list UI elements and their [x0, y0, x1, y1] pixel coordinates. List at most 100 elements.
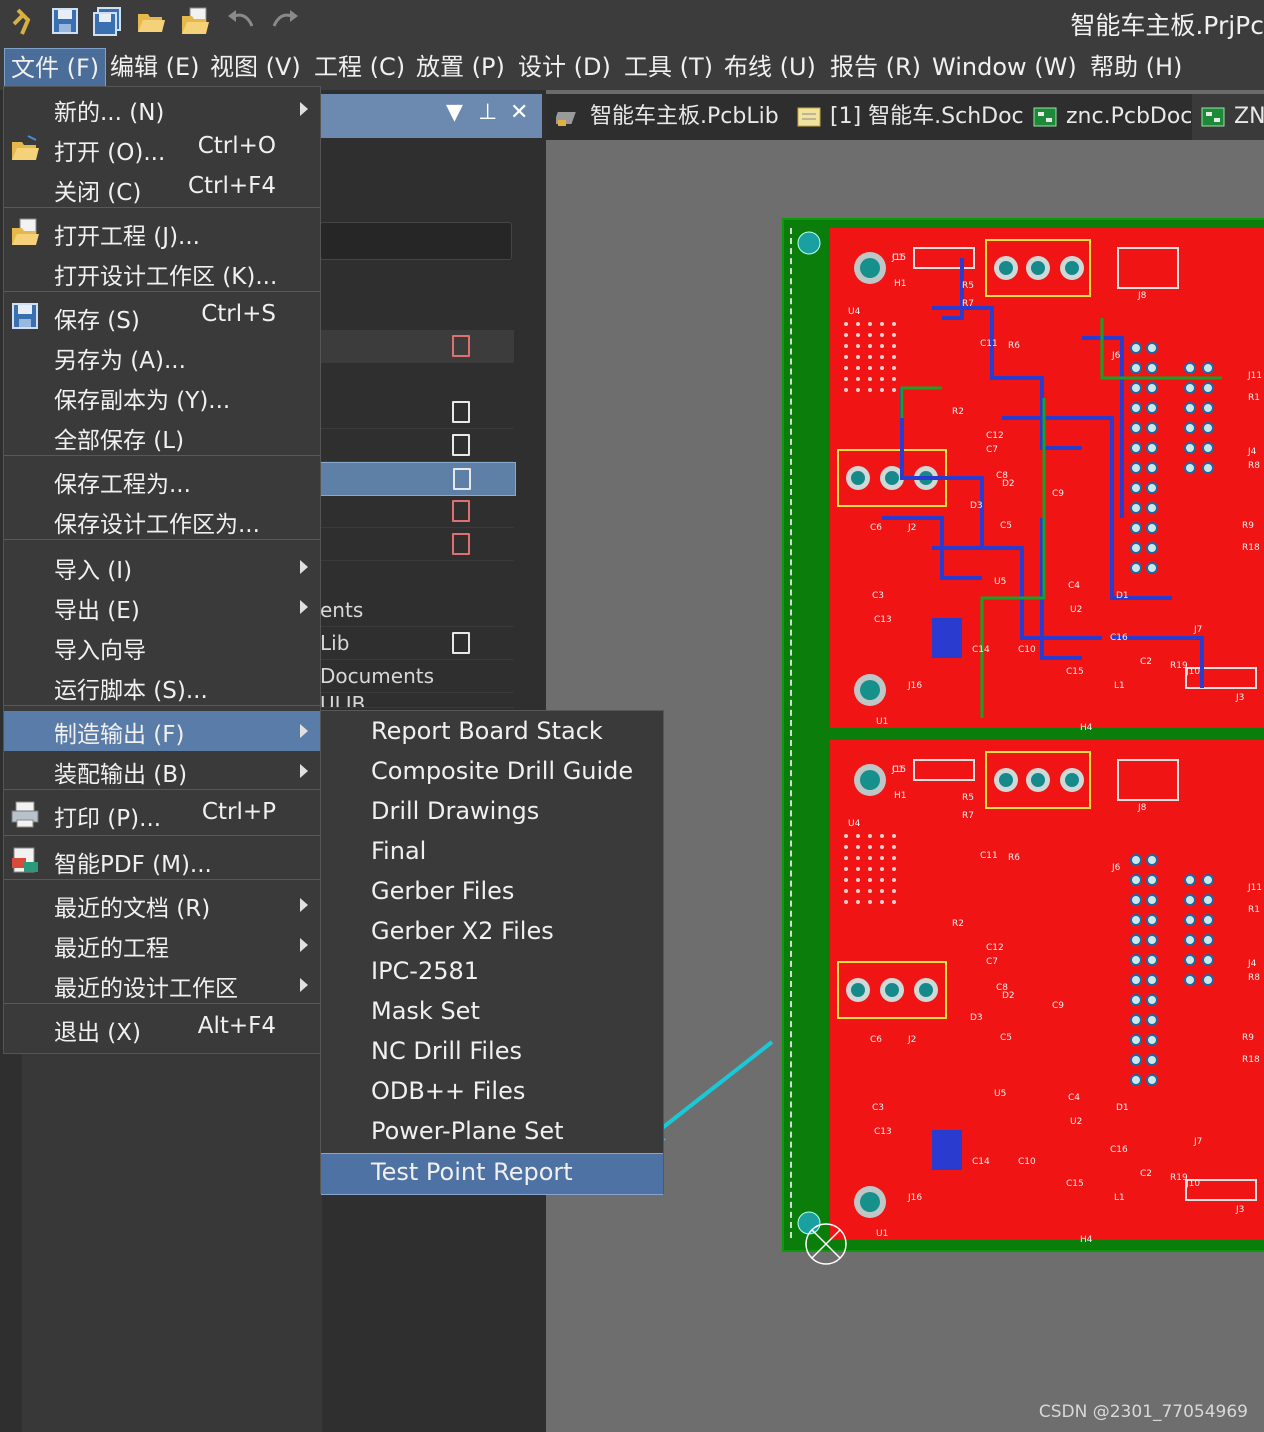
menu-2[interactable]: 视图 (V) [204, 48, 307, 86]
tab-label: [1] 智能车.SchDoc [830, 104, 1024, 129]
submenu-arrow-icon [300, 978, 308, 992]
menu-6[interactable]: 工具 (T) [618, 48, 719, 86]
menu-item-label: 打印 (P)... [54, 806, 162, 832]
print-icon [11, 801, 39, 828]
menu-7[interactable]: 布线 (U) [718, 48, 822, 86]
pcb-designator-label: J4 [1247, 447, 1257, 457]
fab-item-power-plane-set[interactable]: Power-Plane Set [321, 1113, 663, 1153]
save-all-icon[interactable] [92, 6, 122, 36]
pcb-designator-label: C3 [872, 1103, 884, 1113]
panel-tree-row[interactable] [320, 528, 514, 561]
file-menu-import[interactable]: 导入 (I) [4, 547, 320, 587]
fab-item-drill-drawings[interactable]: Drill Drawings [321, 793, 663, 833]
file-menu-recent-documents[interactable]: 最近的文档 (R) [4, 885, 320, 925]
pcblib-icon [556, 112, 576, 126]
pcb-designator-label: C5 [1000, 1033, 1012, 1043]
redo-icon[interactable] [270, 6, 300, 36]
fab-item-nc-drill-files[interactable]: NC Drill Files [321, 1033, 663, 1073]
menu-item-label: 最近的设计工作区 [54, 976, 238, 1002]
pcb-designator-label: R8 [1248, 461, 1260, 471]
menu-9[interactable]: Window (W) [926, 48, 1083, 86]
menu-item-shortcut: Alt+F4 [197, 1013, 276, 1039]
file-menu-open[interactable]: 打开 (O)... Ctrl+O [4, 129, 320, 169]
file-menu-save-as[interactable]: 另存为 (A)... [4, 337, 320, 377]
file-menu-import-wizard[interactable]: 导入向导 [4, 627, 320, 667]
fab-item-gerber-x2-files[interactable]: Gerber X2 Files [321, 913, 663, 953]
tab-znc-active[interactable]: ZN [1192, 94, 1264, 140]
menu-1[interactable]: 编辑 (E) [104, 48, 206, 86]
tab-pcblib[interactable]: 智能车主板.PcbLib [556, 94, 779, 140]
file-menu-fabrication-outputs[interactable]: 制造输出 (F) [4, 711, 320, 751]
fab-item-composite-drill-guide[interactable]: Composite Drill Guide [321, 753, 663, 793]
app-logo-icon[interactable] [6, 6, 36, 36]
tab-schdoc[interactable]: [1] 智能车.SchDoc [796, 94, 1024, 140]
fab-item-report-board-stack[interactable]: Report Board Stack [321, 713, 663, 753]
document-icon [452, 533, 470, 555]
open-project-icon[interactable] [180, 6, 210, 36]
file-menu-save-workspace-as[interactable]: 保存设计工作区为... [4, 501, 320, 541]
fab-item-test-point-report[interactable]: Test Point Report [321, 1153, 663, 1195]
pcb-designator-label: C15 [1066, 1179, 1084, 1189]
menu-3[interactable]: 工程 (C) [308, 48, 411, 86]
tab-pcbdoc[interactable]: znc.PcbDoc [1032, 94, 1192, 140]
menu-0[interactable]: 文件 (F) [4, 48, 107, 88]
file-menu-save[interactable]: 保存 (S) Ctrl+S [4, 297, 320, 337]
panel-close-icon[interactable]: ✕ [510, 100, 528, 125]
panel-tree-row[interactable]: Documents [320, 660, 514, 693]
fab-item-odb-files[interactable]: ODB++ Files [321, 1073, 663, 1113]
panel-tree-row[interactable] [320, 396, 514, 429]
menu-4[interactable]: 放置 (P) [410, 48, 511, 86]
pcb-designator-label: L1 [1114, 1193, 1125, 1203]
file-menu-open-workspace[interactable]: 打开设计工作区 (K)... [4, 253, 320, 293]
file-menu-recent-projects[interactable]: 最近的工程 [4, 925, 320, 965]
menu-10[interactable]: 帮助 (H) [1084, 48, 1188, 86]
file-menu-run-script[interactable]: 运行脚本 (S)... [4, 667, 320, 707]
menu-item-label: 保存工程为... [54, 472, 191, 498]
fab-item-mask-set[interactable]: Mask Set [321, 993, 663, 1033]
save-icon[interactable] [50, 6, 80, 36]
pcb-designator-label: U2 [1070, 1117, 1082, 1127]
pcb-designator-label: C7 [986, 957, 998, 967]
submenu-item-label: ODB++ Files [371, 1077, 526, 1105]
panel-pin-icon[interactable]: ⊥ [478, 100, 497, 125]
pcb-designator-label: C11 [980, 851, 998, 861]
pcb-designator-label: C14 [972, 645, 990, 655]
file-menu-save-project-as[interactable]: 保存工程为... [4, 461, 320, 501]
panel-tree-row[interactable] [320, 495, 514, 528]
panel-tree-row-selected[interactable] [320, 462, 516, 496]
file-menu-assembly-outputs[interactable]: 装配输出 (B) [4, 751, 320, 791]
menu-8[interactable]: 报告 (R) [824, 48, 927, 86]
pcb-designator-label: U4 [848, 819, 861, 829]
file-menu-export[interactable]: 导出 (E) [4, 587, 320, 627]
panel-tree-row[interactable] [320, 429, 514, 462]
file-menu-save-copy-as[interactable]: 保存副本为 (Y)... [4, 377, 320, 417]
fab-item-ipc-2581[interactable]: IPC-2581 [321, 953, 663, 993]
panel-tree-row[interactable] [320, 330, 514, 363]
file-menu-save-all[interactable]: 全部保存 (L) [4, 417, 320, 457]
pcb-designator-label: J7 [1193, 1137, 1202, 1147]
file-menu-close[interactable]: 关闭 (C) Ctrl+F4 [4, 169, 320, 209]
file-menu-recent-workspaces[interactable]: 最近的设计工作区 [4, 965, 320, 1005]
file-menu-print[interactable]: 打印 (P)... Ctrl+P [4, 795, 320, 835]
open-folder-icon[interactable] [136, 6, 166, 36]
open-icon [12, 135, 39, 160]
file-menu-smart-pdf[interactable]: 智能PDF (M)... [4, 841, 320, 881]
file-menu-new[interactable]: 新的... (N) [4, 89, 320, 129]
panel-tree-row[interactable]: ULIB [320, 693, 514, 708]
panel-tree-row[interactable]: ents [320, 594, 514, 627]
pcb-designator-label: C10 [1018, 645, 1036, 655]
panel-menu-icon[interactable]: ▼ [446, 100, 463, 125]
menu-item-label: 打开 (O)... [54, 140, 166, 166]
file-menu-open-project[interactable]: 打开工程 (J)... [4, 213, 320, 253]
panel-search-input[interactable] [320, 222, 512, 260]
fab-item-final[interactable]: Final [321, 833, 663, 873]
menu-5[interactable]: 设计 (D) [512, 48, 617, 86]
pcb-board-1 [837, 258, 1257, 1218]
pcb-designator-label: J4 [1247, 959, 1257, 969]
panel-tree-row[interactable]: Lib [320, 627, 514, 660]
undo-icon[interactable] [226, 6, 256, 36]
pcbdoc-icon [1201, 107, 1225, 127]
fab-item-gerber-files[interactable]: Gerber Files [321, 873, 663, 913]
file-menu-exit[interactable]: 退出 (X) Alt+F4 [4, 1009, 320, 1049]
main-menu-bar: 文件 (F) 编辑 (E) 视图 (V) 工程 (C) 放置 (P) 设计 (D) 工具 (… [0, 44, 1264, 90]
